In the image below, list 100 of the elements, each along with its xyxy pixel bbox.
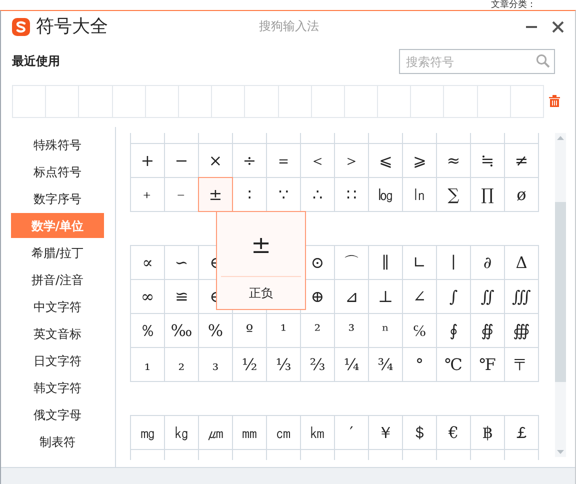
symbol-cell[interactable]: ₁	[131, 348, 164, 381]
recent-symbol-slot[interactable]	[112, 86, 145, 116]
symbol-cell[interactable]: ‰	[165, 314, 198, 347]
symbol-cell[interactable]: ⩽	[369, 144, 402, 177]
symbol-cell[interactable]: °	[403, 348, 436, 381]
symbol-cell[interactable]: ⊿	[335, 280, 368, 313]
symbol-cell[interactable]: ＜	[301, 144, 334, 177]
symbol-cell[interactable]: ∞	[131, 280, 164, 313]
symbol-cell[interactable]: ∽	[165, 246, 198, 279]
symbol-cell[interactable]: ¾	[369, 348, 402, 381]
symbol-cell[interactable]: ﹣	[165, 178, 198, 211]
search-field[interactable]: 搜索符号	[399, 49, 555, 74]
symbol-cell[interactable]: ¼	[335, 348, 368, 381]
symbol-cell[interactable]: ∷	[335, 178, 368, 211]
symbol-cell[interactable]: ⩾	[403, 144, 436, 177]
symbol-cell[interactable]: ⊥	[369, 280, 402, 313]
symbol-cell[interactable]: ㎏	[165, 416, 198, 449]
symbol-cell[interactable]: ±	[199, 178, 232, 211]
symbol-cell[interactable]: ㎎	[131, 416, 164, 449]
recent-symbol-slot[interactable]	[411, 86, 444, 116]
category-item[interactable]: 标点符号	[11, 159, 104, 184]
category-item[interactable]: 拼音/注音	[11, 267, 104, 292]
symbol-cell[interactable]: ⁿ	[369, 314, 402, 347]
symbol-cell[interactable]: ℉	[471, 348, 504, 381]
category-item[interactable]: 数字序号	[11, 186, 104, 211]
symbol-cell[interactable]: ℅	[403, 314, 436, 347]
recent-symbol-slot[interactable]	[378, 86, 410, 116]
recent-symbol-slot[interactable]	[444, 86, 477, 116]
symbol-cell[interactable]: %	[199, 314, 232, 347]
trash-icon[interactable]	[549, 95, 560, 107]
recent-symbol-slot[interactable]	[510, 86, 543, 116]
symbol-cell[interactable]: ≈	[437, 144, 470, 177]
symbol-cell[interactable]: ∰	[505, 314, 538, 347]
symbol-cell[interactable]: ＄	[403, 416, 436, 449]
recent-symbol-slot[interactable]	[478, 86, 510, 116]
symbol-cell[interactable]: ∶	[233, 178, 266, 211]
symbol-cell[interactable]: −	[165, 144, 198, 177]
symbol-cell[interactable]: Δ	[505, 246, 538, 279]
recent-symbol-slot[interactable]	[312, 86, 344, 116]
symbol-cell[interactable]: ∵	[267, 178, 300, 211]
symbol-cell[interactable]: ⅔	[301, 348, 334, 381]
symbol-cell[interactable]: ∏	[471, 178, 504, 211]
recent-symbol-slot[interactable]	[212, 86, 244, 116]
symbol-cell[interactable]: ฿	[471, 416, 504, 449]
symbol-cell[interactable]: €	[437, 416, 470, 449]
category-item[interactable]: 中文字符	[11, 294, 104, 319]
recent-symbol-slot[interactable]	[245, 86, 278, 116]
symbol-cell[interactable]: ≠	[505, 144, 538, 177]
symbol-cell[interactable]: ℃	[437, 348, 470, 381]
category-item[interactable]: 韩文字符	[11, 375, 104, 400]
recent-symbol-slot[interactable]	[46, 86, 78, 116]
category-item[interactable]: 俄文字母	[11, 402, 104, 427]
symbol-cell[interactable]: ￥	[369, 416, 402, 449]
symbol-cell[interactable]: ⌒	[335, 246, 368, 279]
recent-symbol-slot[interactable]	[178, 86, 212, 116]
category-item[interactable]: 英文音标	[11, 321, 104, 346]
symbol-cell[interactable]: ³	[335, 314, 368, 347]
symbol-cell[interactable]: ₃	[199, 348, 232, 381]
symbol-cell[interactable]: ÷	[233, 144, 266, 177]
symbol-cell[interactable]: ∭	[505, 280, 538, 313]
symbol-cell[interactable]: ∥	[369, 246, 402, 279]
scrollbar[interactable]	[555, 133, 566, 457]
symbol-cell[interactable]: ∫	[437, 280, 470, 313]
symbol-cell[interactable]: ₂	[165, 348, 198, 381]
symbol-cell[interactable]: º	[233, 314, 266, 347]
symbol-cell[interactable]: ＝	[267, 144, 300, 177]
symbol-cell[interactable]: ㎜	[233, 416, 266, 449]
search-icon[interactable]	[536, 54, 550, 68]
symbol-cell[interactable]: ￡	[505, 416, 538, 449]
symbol-cell[interactable]: 〒	[505, 348, 538, 381]
symbol-cell[interactable]: ∬	[471, 280, 504, 313]
symbol-cell[interactable]: ∟	[403, 246, 436, 279]
category-item[interactable]: 日文字符	[11, 348, 104, 373]
symbol-cell[interactable]: ≌	[165, 280, 198, 313]
symbol-cell[interactable]: ∴	[301, 178, 334, 211]
symbol-cell[interactable]: ∯	[471, 314, 504, 347]
symbol-cell[interactable]: ㎛	[199, 416, 232, 449]
symbol-cell[interactable]: ∣	[437, 246, 470, 279]
recent-symbol-slot[interactable]	[79, 86, 112, 116]
scrollbar-thumb[interactable]	[555, 202, 566, 382]
symbol-cell[interactable]: ½	[233, 348, 266, 381]
symbol-cell[interactable]: ≒	[471, 144, 504, 177]
category-item[interactable]: 制表符	[11, 429, 104, 454]
symbol-cell[interactable]: ⅓	[267, 348, 300, 381]
symbol-cell[interactable]: ∂	[471, 246, 504, 279]
symbol-cell[interactable]: ﹢	[131, 178, 164, 211]
symbol-cell[interactable]: ㏒	[369, 178, 402, 211]
symbol-cell[interactable]: +	[131, 144, 164, 177]
symbol-cell[interactable]: ＞	[335, 144, 368, 177]
symbol-cell[interactable]: ¹	[267, 314, 300, 347]
recent-symbol-slot[interactable]	[278, 86, 311, 116]
symbol-cell[interactable]: ×	[199, 144, 232, 177]
symbol-cell[interactable]: ′	[335, 416, 368, 449]
symbol-cell[interactable]: ∝	[131, 246, 164, 279]
close-button[interactable]	[552, 20, 564, 32]
symbol-cell[interactable]: ㎝	[267, 416, 300, 449]
symbol-cell[interactable]: ²	[301, 314, 334, 347]
symbol-cell[interactable]: ∮	[437, 314, 470, 347]
symbol-cell[interactable]: ㎞	[301, 416, 334, 449]
category-item[interactable]: 特殊符号	[11, 132, 104, 157]
